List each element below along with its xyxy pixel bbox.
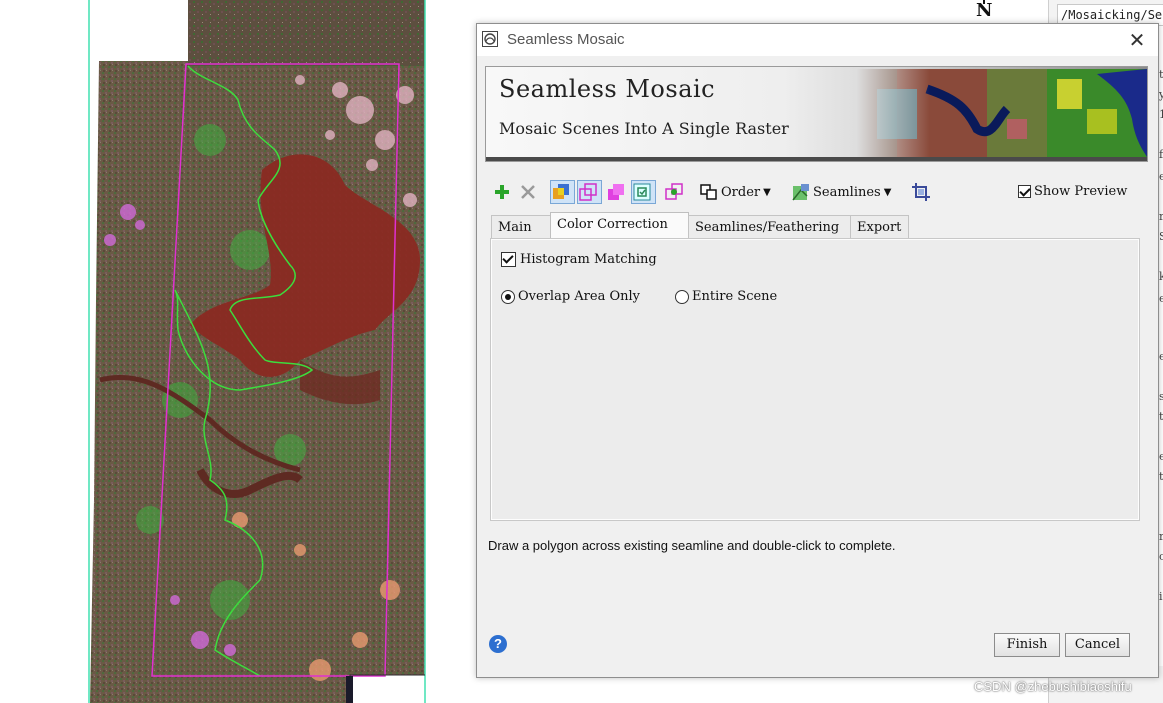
- remove-scenes-button[interactable]: [519, 180, 539, 204]
- clipped-char: f: [1159, 148, 1163, 161]
- clipped-char: e: [1159, 450, 1163, 463]
- entire-scene-label: Entire Scene: [692, 289, 778, 304]
- clipped-char: r: [1159, 530, 1163, 543]
- overlap-icon: [579, 183, 597, 201]
- banner-rule: [486, 157, 1147, 161]
- north-arrow-icon: N: [976, 0, 992, 22]
- clipped-char: s: [1159, 390, 1163, 403]
- radio-selected-icon: [501, 289, 515, 304]
- finish-button[interactable]: Finish: [994, 633, 1060, 657]
- tab-seamlines-feathering[interactable]: Seamlines/Feathering: [688, 215, 851, 238]
- select-icon: [608, 184, 624, 200]
- dialog-title: Seamless Mosaic: [507, 31, 625, 48]
- add-scenes-button[interactable]: [493, 180, 513, 204]
- chevron-down-icon: ▼: [763, 186, 771, 198]
- status-message: Draw a polygon across existing seamline …: [488, 538, 896, 553]
- clipped-char: y: [1159, 88, 1163, 101]
- footprint-icon: [553, 184, 569, 199]
- histogram-matching-label: Histogram Matching: [520, 252, 657, 267]
- envi-app-icon: [482, 31, 498, 47]
- chevron-down-icon: ▼: [883, 186, 892, 198]
- show-footprints-button[interactable]: [550, 180, 575, 204]
- data-ignore-icon: [633, 183, 651, 201]
- clipped-char: i: [1159, 590, 1163, 603]
- show-seamlines-button[interactable]: [606, 180, 628, 204]
- color-correction-panel: Histogram Matching Overlap Area Only Ent…: [490, 238, 1140, 521]
- show-preview-label: Show Preview: [1034, 184, 1128, 199]
- overlap-area-only-radio[interactable]: Overlap Area Only: [501, 289, 640, 304]
- show-preview-checkbox[interactable]: Show Preview: [1018, 184, 1127, 199]
- mosaic-raster-view[interactable]: [0, 0, 470, 703]
- clipped-char: e: [1159, 170, 1163, 183]
- order-label: Order: [721, 184, 761, 200]
- checkbox-icon: [501, 252, 516, 267]
- crop-button[interactable]: [911, 180, 933, 204]
- clipped-char: k: [1159, 270, 1163, 283]
- seamlines-label: Seamlines: [813, 184, 881, 200]
- order-icon: [700, 184, 717, 200]
- seamlines-icon: [792, 184, 809, 201]
- clipped-char: t: [1159, 68, 1163, 81]
- seamless-mosaic-dialog: Seamless Mosaic ✕ Seamless Mosaic Mosaic…: [476, 23, 1159, 678]
- data-ignore-button[interactable]: [631, 180, 656, 204]
- crop-icon: [912, 183, 930, 201]
- checkbox-icon: [1018, 185, 1031, 198]
- histogram-matching-checkbox[interactable]: Histogram Matching: [501, 252, 657, 267]
- banner-satellite-image: [857, 69, 1147, 157]
- radio-unselected-icon: [675, 289, 689, 304]
- panel-inner: [491, 239, 1139, 520]
- tab-main[interactable]: Main: [491, 215, 551, 238]
- dialog-titlebar[interactable]: Seamless Mosaic ✕: [477, 24, 1158, 56]
- clipped-char: e: [1159, 350, 1163, 363]
- tab-color-correction[interactable]: Color Correction: [550, 212, 689, 239]
- show-overlap-button[interactable]: [577, 180, 602, 204]
- wizard-banner: Seamless Mosaic Mosaic Scenes Into A Sin…: [485, 66, 1148, 162]
- clipped-char: r: [1159, 210, 1163, 223]
- entire-scene-radio[interactable]: Entire Scene: [675, 289, 777, 304]
- banner-subtitle: Mosaic Scenes Into A Single Raster: [499, 119, 789, 138]
- clipped-char: c: [1159, 550, 1163, 563]
- help-icon[interactable]: ?: [489, 635, 507, 653]
- clipped-char: 1: [1159, 108, 1163, 121]
- add-icon: [495, 185, 509, 199]
- edit-seamline-button[interactable]: [664, 180, 686, 204]
- seamline-edit-icon: [665, 183, 683, 200]
- clipped-char: t: [1159, 470, 1163, 483]
- raster-image: [88, 0, 426, 703]
- overlap-area-only-label: Overlap Area Only: [518, 289, 640, 304]
- cancel-button[interactable]: Cancel: [1065, 633, 1130, 657]
- clipped-char: t: [1159, 410, 1163, 423]
- clipped-char: e: [1159, 292, 1163, 305]
- close-button[interactable]: ✕: [1124, 28, 1150, 52]
- clipped-char: S: [1159, 230, 1163, 243]
- tab-export[interactable]: Export: [850, 215, 909, 238]
- remove-icon: [521, 185, 535, 199]
- order-dropdown[interactable]: Order ▼: [699, 180, 777, 204]
- seamlines-dropdown[interactable]: Seamlines ▼: [791, 180, 901, 204]
- banner-title: Seamless Mosaic: [499, 75, 716, 103]
- watermark-text: CSDN @zhebushibiaoshifu: [974, 679, 1132, 694]
